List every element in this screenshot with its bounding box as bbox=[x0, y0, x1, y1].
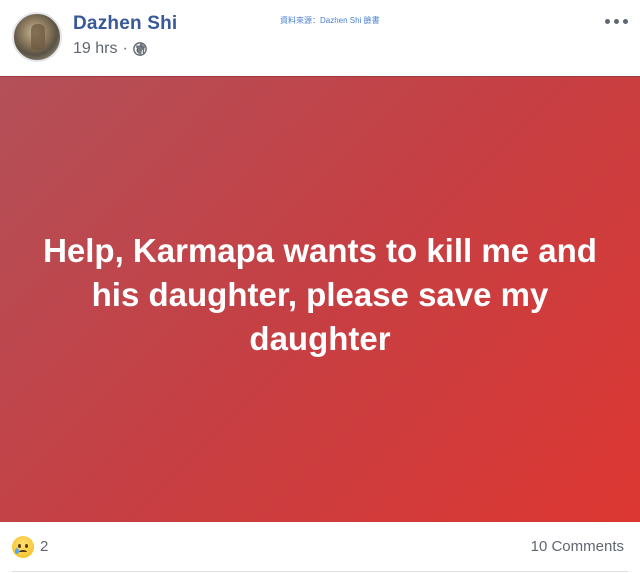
globe-icon[interactable] bbox=[132, 42, 147, 56]
footer-divider bbox=[12, 571, 628, 572]
more-options-button[interactable] bbox=[600, 14, 632, 28]
timestamp-link[interactable]: 19 hrs bbox=[73, 40, 117, 58]
post-header: Dazhen Shi 19 hrs · 資料來源：Dazhen Shi 臉書 bbox=[0, 0, 640, 76]
sad-reaction-icon[interactable] bbox=[12, 536, 34, 558]
reaction-count[interactable]: 2 bbox=[40, 538, 48, 555]
post-text: Help, Karmapa wants to kill me and his d… bbox=[43, 231, 597, 357]
mouth bbox=[19, 550, 27, 554]
meta-separator: · bbox=[122, 40, 128, 57]
tear bbox=[15, 548, 19, 554]
avatar-figure bbox=[31, 24, 45, 50]
post-background-card: Help, Karmapa wants to kill me and his d… bbox=[0, 76, 640, 522]
comments-count-link[interactable]: 10 Comments bbox=[531, 538, 624, 555]
more-options-dot bbox=[604, 18, 610, 24]
author-name-link[interactable]: Dazhen Shi bbox=[73, 13, 177, 35]
eye bbox=[25, 544, 28, 548]
avatar[interactable] bbox=[12, 12, 62, 62]
more-options-dot bbox=[613, 18, 619, 24]
post-footer: 2 10 Comments bbox=[0, 522, 640, 573]
eye bbox=[18, 544, 21, 548]
more-options-dot bbox=[622, 18, 628, 24]
source-note: 資料來源：Dazhen Shi 臉書 bbox=[280, 16, 380, 25]
post-meta: 19 hrs · bbox=[73, 40, 147, 58]
